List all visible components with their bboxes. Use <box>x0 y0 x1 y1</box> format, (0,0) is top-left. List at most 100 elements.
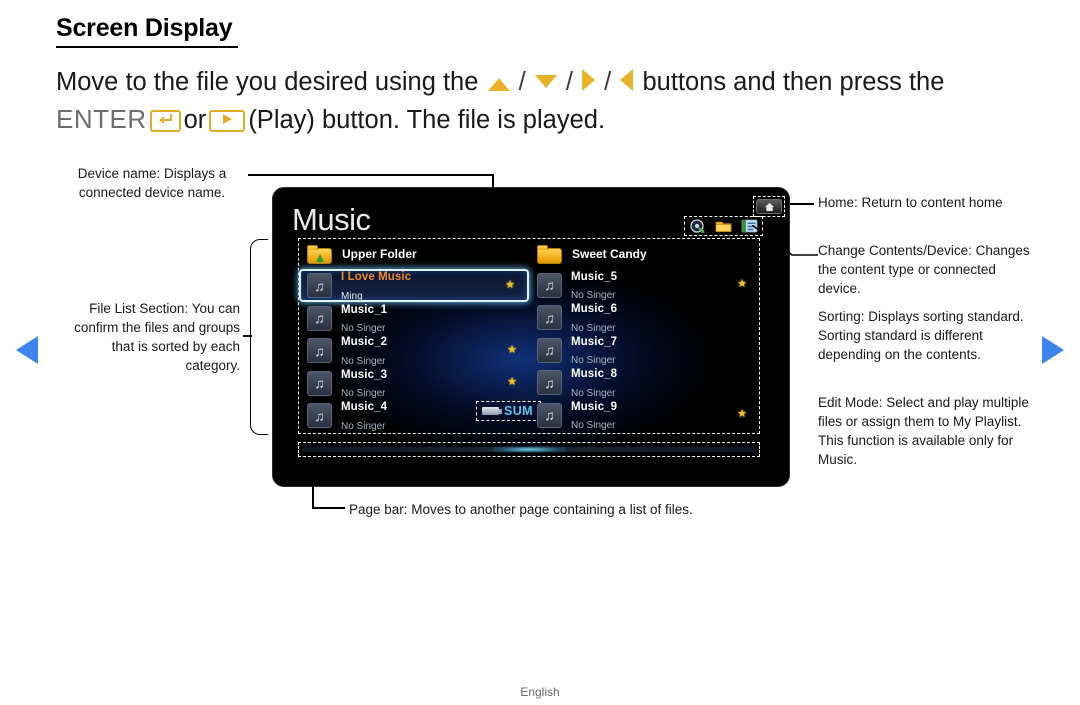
arrow-left-icon <box>620 69 634 91</box>
folder-row-upper[interactable]: Upper Folder <box>299 239 529 269</box>
intro-or: or <box>183 106 207 134</box>
leader-line-home <box>790 203 814 205</box>
music-note-icon: ♫ <box>307 273 332 298</box>
star-icon: ★ <box>737 278 747 291</box>
prev-page-arrow-icon[interactable] <box>16 336 38 364</box>
file-texts: Music_9 No Singer <box>571 397 617 434</box>
intro-text-post-2: (Play) button. The file is played. <box>248 106 606 134</box>
annotation-change-contents: Change Contents/Device: Changes the cont… <box>818 243 1030 296</box>
file-title: Music_4 <box>341 401 388 414</box>
page-root: Screen Display Move to the file you desi… <box>0 0 1080 705</box>
file-title: Music_1 <box>341 303 388 316</box>
annotation-file-list-section: File List Section: You can confirm the f… <box>74 301 240 373</box>
annotation-home: Home: Return to content home <box>818 195 1003 210</box>
table-row[interactable]: ♫ Music_9 No Singer ★ <box>529 399 759 432</box>
leader-line-device-name <box>248 174 493 176</box>
separator-slash: / <box>518 68 526 96</box>
leader-line-file-list <box>243 335 252 337</box>
sorting-disc-icon[interactable] <box>689 219 706 234</box>
table-row[interactable]: ♫ Music_1 No Singer <box>299 302 529 335</box>
file-title: Music_9 <box>571 400 618 413</box>
file-title: Music_5 <box>571 270 618 283</box>
file-list-column-left: Upper Folder ♫ I Love Music Ming ★ ♫ Mus… <box>299 239 529 433</box>
file-subtitle: No Singer <box>571 420 616 432</box>
separator-slash: / <box>604 68 612 96</box>
page-bar[interactable] <box>302 446 756 453</box>
file-title: Music_3 <box>341 368 388 381</box>
file-subtitle: No Singer <box>341 420 386 432</box>
home-button-highlight <box>753 196 785 217</box>
home-button[interactable] <box>756 199 782 214</box>
page-bar-highlight <box>298 442 760 457</box>
music-note-icon: ♫ <box>307 305 332 331</box>
folder-icon[interactable] <box>715 219 732 233</box>
file-texts: Music_8 No Singer <box>571 364 617 401</box>
file-title: Music_8 <box>571 368 618 381</box>
table-row[interactable]: ♫ Music_6 No Singer <box>529 302 759 335</box>
leader-line-page-bar-horizontal <box>312 507 345 509</box>
file-texts: Music_7 No Singer <box>571 332 617 369</box>
enter-key-icon <box>149 110 181 132</box>
annotation-device-name: Device name: Displays a connected device… <box>77 166 227 200</box>
file-texts: Music_3 No Singer <box>341 365 387 402</box>
table-row[interactable]: ♫ Music_4 No Singer <box>299 400 529 433</box>
file-list-column-right: Sweet Candy ♫ Music_5 No Singer ★ ♫ Musi… <box>529 239 759 433</box>
intro-line-2: ENTER or (Play) button. The file is played… <box>56 101 1016 139</box>
intro-text-post: buttons and then press the <box>642 68 945 96</box>
file-title: Music_2 <box>341 336 388 349</box>
music-note-icon: ♫ <box>537 305 562 331</box>
enter-label: ENTER <box>56 104 147 134</box>
file-texts: Music_4 No Singer <box>341 397 387 434</box>
file-texts: Music_1 No Singer <box>341 300 387 337</box>
upper-folder-icon <box>307 244 332 264</box>
file-texts: Music_2 No Singer <box>341 332 387 369</box>
music-note-icon: ♫ <box>537 272 562 298</box>
separator-slash: / <box>565 68 573 96</box>
leader-line-device-name-vertical <box>492 174 494 223</box>
title-underline <box>56 46 238 48</box>
file-list-section: Upper Folder ♫ I Love Music Ming ★ ♫ Mus… <box>298 238 760 434</box>
file-title: Music_7 <box>571 335 618 348</box>
annotation-page-bar: Page bar: Moves to another page containi… <box>349 502 693 517</box>
table-row[interactable]: ♫ Music_2 No Singer ★ <box>299 335 529 368</box>
music-note-icon: ♫ <box>537 337 562 363</box>
annotation-edit-mode: Edit Mode: Select and play multiple file… <box>818 395 1029 467</box>
table-row[interactable]: ♫ I Love Music Ming ★ <box>299 269 529 302</box>
folder-row-sweet-candy[interactable]: Sweet Candy <box>529 239 759 269</box>
music-note-icon: ♫ <box>537 370 562 396</box>
table-row[interactable]: ♫ Music_7 No Singer <box>529 334 759 367</box>
file-texts: Music_5 No Singer <box>571 267 617 304</box>
file-title: Music_6 <box>571 303 618 316</box>
next-page-arrow-icon[interactable] <box>1042 336 1064 364</box>
file-title: I Love Music <box>341 271 412 284</box>
music-note-icon: ♫ <box>307 370 332 396</box>
arrow-down-icon <box>534 75 557 88</box>
folder-label: Sweet Candy <box>572 247 647 261</box>
screen-title: Music <box>292 202 371 237</box>
intro-line-1: Move to the file you desired using the /… <box>56 64 1016 101</box>
leader-line-icon-group <box>752 225 818 256</box>
star-icon: ★ <box>505 278 515 291</box>
intro-paragraph: Move to the file you desired using the /… <box>56 64 1016 139</box>
intro-text-pre: Move to the file you desired using the <box>56 68 479 96</box>
table-row[interactable]: ♫ Music_8 No Singer <box>529 367 759 400</box>
leader-line-page-bar-vertical <box>312 463 314 508</box>
tv-screen-panel: Music SUM Upper Folder ♫ I Love Music Mi… <box>272 187 790 487</box>
star-icon: ★ <box>737 408 747 421</box>
play-key-icon <box>209 110 246 132</box>
music-note-icon: ♫ <box>307 338 332 364</box>
file-texts: I Love Music Ming <box>341 267 411 304</box>
page-title: Screen Display <box>56 14 233 42</box>
table-row[interactable]: ♫ Music_5 No Singer ★ <box>529 269 759 302</box>
table-row[interactable]: ♫ Music_3 No Singer ★ <box>299 367 529 400</box>
leader-bracket-file-list <box>250 239 268 435</box>
annotation-sorting: Sorting: Displays sorting standard. Sort… <box>818 309 1024 362</box>
home-icon <box>764 202 774 211</box>
star-icon: ★ <box>507 376 517 389</box>
star-icon: ★ <box>507 343 517 356</box>
file-texts: Music_6 No Singer <box>571 299 617 336</box>
arrow-right-icon <box>582 69 596 91</box>
folder-icon <box>537 244 562 264</box>
folder-label: Upper Folder <box>342 247 417 261</box>
footer-language: English <box>520 685 560 699</box>
